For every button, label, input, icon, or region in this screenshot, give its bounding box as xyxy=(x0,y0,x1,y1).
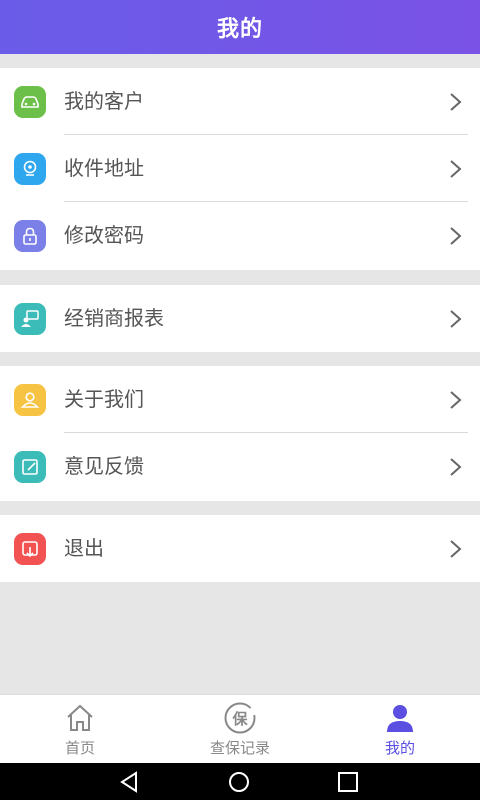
menu-item-label: 收件地址 xyxy=(64,156,144,180)
tab-label: 查保记录 xyxy=(209,739,270,757)
lock-icon xyxy=(14,220,46,252)
profile-icon xyxy=(383,701,417,735)
recent-apps-icon[interactable] xyxy=(337,771,359,793)
warranty-icon-text: 保 xyxy=(232,709,248,728)
system-nav-bar xyxy=(0,763,480,800)
edit-icon xyxy=(14,451,46,483)
tab-warranty-records[interactable]: 保 查保记录 xyxy=(160,695,320,764)
chevron-right-icon xyxy=(450,310,462,328)
tab-profile[interactable]: 我的 xyxy=(320,695,480,764)
page-title: 我的 xyxy=(216,17,263,42)
menu-item-change-password[interactable]: 修改密码 xyxy=(0,202,480,269)
menu-group-account: 我的客户 收件地址 修改密码 xyxy=(0,68,480,270)
dealer-report-icon xyxy=(14,303,46,335)
logout-icon xyxy=(14,533,46,565)
menu-group-logout: 退出 xyxy=(0,515,480,582)
menu-item-label: 意见反馈 xyxy=(64,454,144,478)
menu-item-address[interactable]: 收件地址 xyxy=(0,135,480,202)
warranty-record-icon: 保 xyxy=(223,701,257,735)
menu-group-reports: 经销商报表 xyxy=(0,285,480,352)
menu-item-dealer-report[interactable]: 经销商报表 xyxy=(0,285,480,352)
chevron-right-icon xyxy=(450,227,462,245)
tab-home[interactable]: 首页 xyxy=(0,695,160,764)
home-nav-icon[interactable] xyxy=(228,771,250,793)
location-pin-icon xyxy=(14,153,46,185)
top-header: 我的 xyxy=(0,0,480,54)
menu-item-about-us[interactable]: 关于我们 xyxy=(0,366,480,433)
chevron-right-icon xyxy=(450,160,462,178)
tab-label: 我的 xyxy=(384,739,415,757)
menu-item-label: 退出 xyxy=(64,536,104,560)
tab-label: 首页 xyxy=(64,739,95,757)
menu-item-label: 经销商报表 xyxy=(64,306,164,330)
back-icon[interactable] xyxy=(118,771,140,793)
chevron-right-icon xyxy=(450,458,462,476)
chevron-right-icon xyxy=(450,391,462,409)
bottom-tab-bar: 首页 保 查保记录 我的 xyxy=(0,694,480,764)
home-icon xyxy=(63,701,97,735)
chevron-right-icon xyxy=(450,540,462,558)
user-icon xyxy=(14,384,46,416)
menu-item-label: 修改密码 xyxy=(64,223,144,247)
menu-item-feedback[interactable]: 意见反馈 xyxy=(0,433,480,500)
chevron-right-icon xyxy=(450,93,462,111)
menu-item-logout[interactable]: 退出 xyxy=(0,515,480,582)
menu-group-about: 关于我们 意见反馈 xyxy=(0,366,480,501)
menu-item-label: 我的客户 xyxy=(64,89,144,113)
car-icon xyxy=(14,86,46,118)
menu-item-label: 关于我们 xyxy=(64,387,144,411)
menu-item-my-customers[interactable]: 我的客户 xyxy=(0,68,480,135)
